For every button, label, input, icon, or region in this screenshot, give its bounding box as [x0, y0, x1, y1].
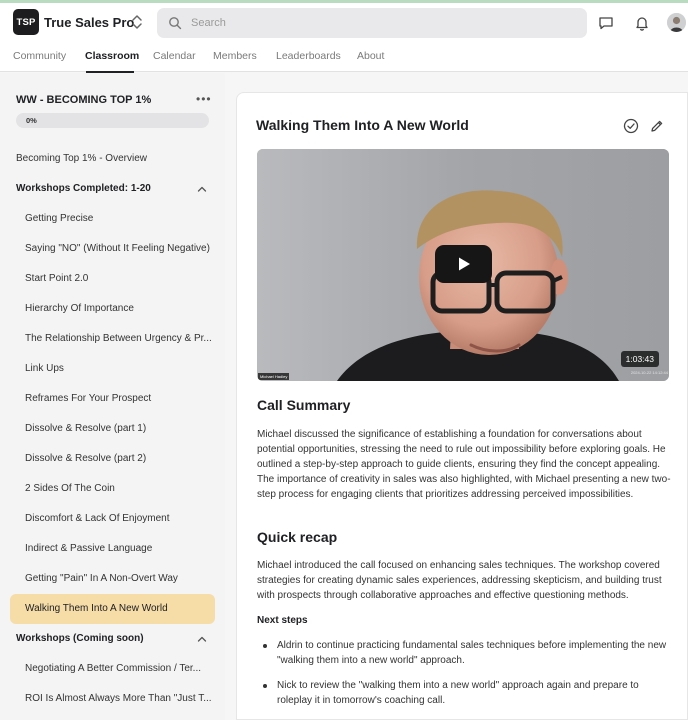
course-progress-bar: 0%	[16, 113, 209, 128]
sidebar-item-lesson[interactable]: Getting Precise	[10, 205, 215, 233]
search-icon	[169, 17, 182, 30]
tab-community[interactable]: Community	[13, 50, 66, 62]
more-options-icon[interactable]: •••	[196, 92, 212, 106]
next-step-text: Aldrin to continue practicing fundamenta…	[277, 640, 667, 666]
next-steps-heading: Next steps	[257, 615, 308, 626]
section-title: Workshops (Coming soon)	[16, 633, 144, 644]
call-summary-text: Michael discussed the significance of es…	[257, 429, 671, 500]
sidebar-item-lesson[interactable]: Start Point 2.0	[10, 265, 215, 293]
progress-label: 0%	[26, 116, 37, 125]
tab-calendar[interactable]: Calendar	[153, 50, 196, 62]
search-bar[interactable]	[157, 8, 587, 38]
lesson-title: Walking Them Into A New World	[256, 117, 469, 133]
search-input[interactable]	[191, 8, 571, 38]
bullet-icon	[263, 684, 267, 688]
chevron-up-down-icon[interactable]	[130, 13, 144, 31]
chevron-up-icon[interactable]	[197, 635, 207, 643]
sidebar-item-lesson[interactable]: The Relationship Between Urgency & Pr...	[10, 325, 215, 353]
top-header: TSP True Sales Pro Community Classroom C…	[0, 0, 688, 75]
tab-about[interactable]: About	[357, 50, 384, 62]
next-step-item: Aldrin to continue practicing fundamenta…	[263, 638, 667, 668]
sidebar-item-lesson[interactable]: Getting "Pain" In A Non-Overt Way	[10, 565, 215, 593]
pencil-icon[interactable]	[649, 118, 665, 134]
tab-members[interactable]: Members	[213, 50, 257, 62]
next-step-text: Nick to review the "walking them into a …	[277, 680, 639, 706]
video-timestamp: 2024-10-22 14:12:44	[630, 370, 668, 375]
play-button[interactable]	[435, 245, 492, 283]
chat-icon[interactable]	[598, 15, 614, 31]
sidebar-item-lesson[interactable]: 2 Sides Of The Coin	[10, 475, 215, 503]
chevron-up-icon[interactable]	[197, 185, 207, 193]
quick-recap-text: Michael introduced the call focused on e…	[257, 560, 662, 601]
course-title: WW - BECOMING TOP 1%	[16, 94, 152, 106]
avatar[interactable]	[667, 13, 686, 32]
video-duration: 1:03:43	[620, 351, 659, 367]
user-photo	[667, 13, 686, 32]
speaker-name-tag: Michael Hadley	[258, 373, 290, 380]
section-title: Workshops Completed: 1-20	[16, 183, 151, 194]
lesson-content: Walking Them Into A New World 1:03:43 Mi…	[236, 92, 688, 720]
check-circle-icon[interactable]	[623, 118, 639, 134]
sidebar-item-lesson[interactable]: Hierarchy Of Importance	[10, 295, 215, 323]
sidebar-item-lesson[interactable]: Negotiating A Better Commission / Ter...	[10, 655, 215, 683]
course-sidebar: WW - BECOMING TOP 1% ••• 0% Becoming Top…	[0, 73, 225, 720]
sidebar-item-lesson[interactable]: ROI Is Almost Always More Than "Just T..…	[10, 685, 215, 713]
app-logo[interactable]: TSP	[13, 9, 39, 35]
video-player[interactable]: 1:03:43 Michael Hadley 2024-10-22 14:12:…	[257, 149, 669, 381]
call-summary-heading: Call Summary	[257, 397, 351, 413]
play-icon	[458, 257, 470, 271]
sidebar-item-lesson[interactable]: Indirect & Passive Language	[10, 535, 215, 563]
sidebar-item-overview[interactable]: Becoming Top 1% - Overview	[10, 145, 215, 173]
section-workshops-coming-soon[interactable]: Workshops (Coming soon)	[10, 625, 215, 653]
section-workshops-completed[interactable]: Workshops Completed: 1-20	[10, 175, 215, 203]
sidebar-item-lesson[interactable]: Saying "NO" (Without It Feeling Negative…	[10, 235, 215, 263]
tab-leaderboards[interactable]: Leaderboards	[276, 50, 341, 62]
sidebar-item-lesson[interactable]: Discomfort & Lack Of Enjoyment	[10, 505, 215, 533]
bell-icon[interactable]	[634, 15, 650, 31]
bullet-icon	[263, 644, 267, 648]
sidebar-item-active-lesson[interactable]: Walking Them Into A New World	[10, 594, 215, 624]
main-nav: Community Classroom Calendar Members Lea…	[0, 45, 688, 75]
sidebar-item-lesson[interactable]: Reframes For Your Prospect	[10, 385, 215, 413]
app-name[interactable]: True Sales Pro	[44, 15, 134, 30]
sidebar-item-lesson[interactable]: Dissolve & Resolve (part 2)	[10, 445, 215, 473]
next-step-item: Nick to review the "walking them into a …	[263, 678, 667, 708]
quick-recap-heading: Quick recap	[257, 529, 338, 545]
tab-classroom[interactable]: Classroom	[85, 50, 139, 62]
sidebar-item-lesson[interactable]: Dissolve & Resolve (part 1)	[10, 415, 215, 443]
sidebar-item-lesson[interactable]: Link Ups	[10, 355, 215, 383]
